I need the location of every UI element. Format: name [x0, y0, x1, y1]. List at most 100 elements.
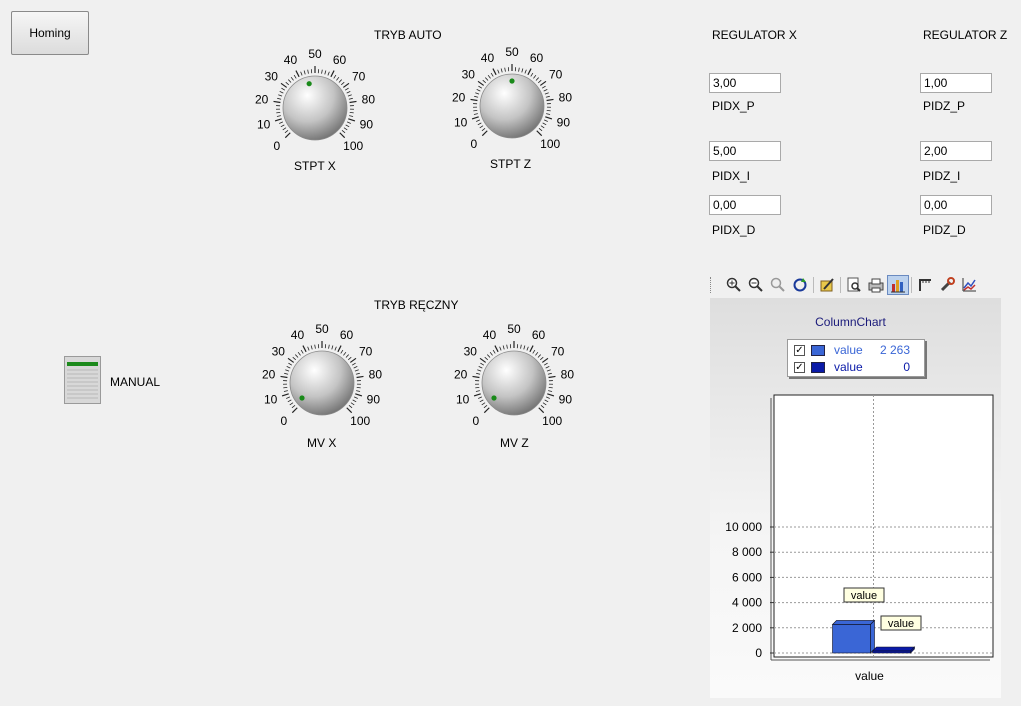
- dial-tick: [307, 346, 310, 351]
- dial-tick: [283, 386, 288, 389]
- dial-tick: [348, 405, 353, 409]
- pidz-p-label: PIDZ_P: [923, 99, 966, 113]
- column-chart[interactable]: 0 2 000 4 000 6 000 8 000 10 000 value value val…: [710, 380, 1001, 690]
- dial-tick: [546, 369, 551, 372]
- dial-scale-label: 30: [265, 69, 279, 83]
- dial-scale-label: 80: [559, 91, 573, 105]
- refresh-icon[interactable]: [789, 275, 811, 295]
- dial-tick: [547, 372, 552, 375]
- dial-tick: [288, 362, 293, 366]
- dial-tick: [545, 95, 550, 98]
- dial-tick: [500, 68, 503, 73]
- dial-tick: [280, 82, 288, 88]
- dial-scale-label: 0: [273, 139, 280, 153]
- print-preview-icon[interactable]: [843, 275, 865, 295]
- dial-tick: [475, 92, 480, 95]
- dial-tick: [544, 92, 549, 95]
- dial-scale-label: 60: [340, 328, 354, 342]
- dial-tick: [281, 87, 286, 91]
- zoom-in-icon[interactable]: [723, 275, 745, 295]
- edit-icon[interactable]: [816, 275, 838, 295]
- dial-scale-label: 40: [483, 328, 497, 342]
- dial-tick: [349, 100, 357, 104]
- dial-tick: [338, 79, 342, 83]
- knob-body[interactable]: [481, 350, 547, 416]
- dial-tick: [539, 356, 544, 361]
- dial-tick: [497, 69, 500, 74]
- y-tick-label: 0: [755, 646, 762, 660]
- pidx-i-input[interactable]: [709, 141, 781, 161]
- knob-body[interactable]: [282, 75, 348, 141]
- mv-z-label: MV Z: [500, 436, 529, 450]
- pidz-p-input[interactable]: [920, 73, 992, 93]
- legend-item-2[interactable]: ✓ value 0: [794, 360, 910, 374]
- knob-indicator: [491, 395, 497, 401]
- dial-scale-label: 20: [454, 368, 468, 382]
- dial-tick: [541, 85, 546, 89]
- legend-checkbox-1[interactable]: ✓: [794, 344, 805, 356]
- dial-tick: [481, 402, 486, 406]
- toolbar-grip[interactable]: [710, 277, 715, 293]
- legend-checkbox-2[interactable]: ✓: [794, 361, 805, 373]
- zoom-reset-icon[interactable]: [767, 275, 789, 295]
- print-icon[interactable]: [865, 275, 887, 295]
- stpt-z-label: STPT Z: [490, 157, 532, 171]
- y-tick-label: 8 000: [732, 545, 762, 559]
- dial-tick: [300, 349, 304, 354]
- mv-x-label: MV X: [307, 436, 337, 450]
- pidz-i-input[interactable]: [920, 141, 992, 161]
- dial-scale-label: 30: [272, 344, 286, 358]
- dial-tick: [537, 354, 541, 358]
- bar-top-1: [831, 620, 876, 625]
- dial-scale-label: 70: [359, 344, 373, 358]
- dial-tick: [548, 375, 556, 379]
- dial-tick: [289, 402, 294, 406]
- dial-tick: [334, 346, 337, 351]
- wrench-icon[interactable]: [936, 275, 958, 295]
- dial-scale-label: 70: [551, 344, 565, 358]
- bar-series-2[interactable]: [872, 650, 911, 654]
- dial-scale-label: 50: [507, 322, 521, 336]
- dial-tick: [478, 85, 483, 89]
- regulator-x-title: REGULATOR X: [712, 28, 797, 42]
- bar-series-1[interactable]: [832, 624, 871, 654]
- dial-tick: [502, 345, 505, 350]
- knob-indicator: [299, 395, 305, 401]
- dial-scale-label: 10: [456, 393, 470, 407]
- dial-tick: [481, 130, 488, 137]
- manual-switch[interactable]: [64, 356, 101, 404]
- dial-tick: [536, 130, 543, 137]
- zoom-out-icon[interactable]: [745, 275, 767, 295]
- dial-tick: [356, 390, 361, 392]
- dial-tick: [504, 67, 506, 72]
- dial-tick: [473, 109, 478, 112]
- dial-tick: [276, 111, 281, 114]
- dial-tick: [494, 345, 499, 353]
- dial-scale-label: 100: [343, 139, 363, 153]
- dial-tick: [350, 402, 355, 406]
- legend-item-1[interactable]: ✓ value 2 263: [794, 343, 910, 357]
- dial-scale-label: 20: [255, 93, 269, 107]
- dial-tick: [348, 97, 353, 100]
- axis-icon[interactable]: [914, 275, 936, 295]
- homing-button[interactable]: Homing: [11, 11, 89, 55]
- dial-tick: [274, 118, 282, 122]
- legend-series-value-1: 2 263: [879, 343, 910, 357]
- pidz-d-input[interactable]: [920, 195, 992, 215]
- dial-tick: [347, 356, 352, 361]
- chart-type-icon[interactable]: [887, 275, 909, 295]
- y-tick-label: 10 000: [725, 520, 762, 534]
- dial-tick: [546, 113, 551, 115]
- dial-tick: [284, 132, 291, 139]
- dial-tick: [293, 74, 297, 79]
- dial-tick: [481, 128, 486, 132]
- pidx-d-input[interactable]: [709, 195, 781, 215]
- chart-legend: ✓ value 2 263 ✓ value 0: [787, 339, 925, 377]
- y-tick-label: 2 000: [732, 621, 762, 635]
- series-icon[interactable]: [958, 275, 980, 295]
- dial-tick: [546, 98, 554, 102]
- dial-scale-label: 70: [549, 67, 563, 81]
- dial-tick: [521, 68, 524, 73]
- pidx-p-input[interactable]: [709, 73, 781, 93]
- knob-body[interactable]: [289, 350, 355, 416]
